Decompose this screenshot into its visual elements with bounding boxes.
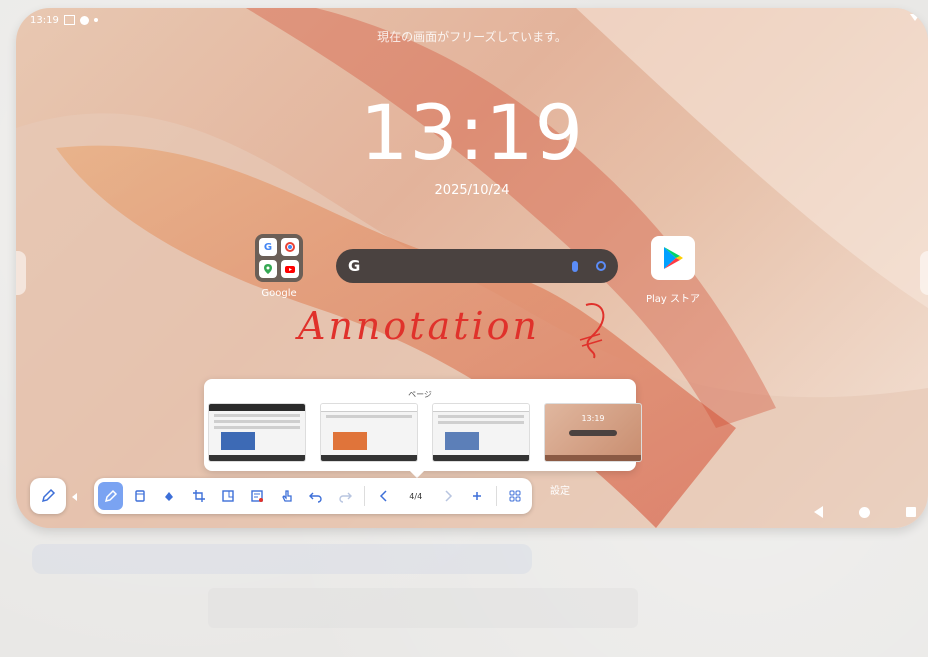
google-g-icon: G — [348, 257, 361, 275]
left-edge-handle[interactable] — [16, 251, 26, 295]
folder-icon: G — [255, 234, 303, 282]
page-thumbnail-2[interactable] — [320, 403, 418, 462]
toolbar-divider — [364, 486, 365, 506]
status-time: 13:19 — [30, 14, 59, 26]
fill-button[interactable] — [157, 482, 182, 510]
pen-icon — [104, 489, 117, 503]
next-page-button[interactable] — [435, 482, 460, 510]
collapse-arrow-icon[interactable] — [72, 493, 77, 501]
redo-button[interactable] — [333, 482, 358, 510]
page-indicator: 4/4 — [409, 491, 423, 501]
app-label-play: Play ストア — [645, 294, 701, 305]
eraser-icon — [135, 490, 145, 502]
grid-button[interactable] — [503, 482, 528, 510]
right-edge-handle[interactable] — [920, 251, 928, 295]
google-icon: G — [259, 238, 277, 256]
next-icon — [445, 490, 452, 502]
page-thumbnail-3[interactable] — [432, 403, 530, 462]
hand-button[interactable] — [274, 482, 299, 510]
pages-title: ページ — [408, 390, 432, 399]
prev-icon — [379, 490, 387, 502]
search-bar[interactable]: G — [336, 249, 618, 283]
mic-icon[interactable] — [572, 260, 578, 272]
youtube-icon — [281, 260, 299, 278]
page-button[interactable] — [215, 482, 240, 510]
recent-icon[interactable] — [906, 507, 916, 517]
add-icon — [473, 492, 482, 500]
annotation-mark — [579, 303, 605, 359]
dot-icon — [93, 18, 98, 22]
fill-icon — [165, 492, 174, 501]
thumb-clock: 13:19 — [581, 414, 605, 423]
google-folder[interactable]: G Google — [244, 234, 314, 299]
pages-panel: ページ 13:19 — [204, 379, 642, 479]
crop-button[interactable] — [186, 482, 211, 510]
previous-page-button[interactable] — [371, 482, 396, 510]
page-icon — [222, 490, 234, 502]
freeze-message: 現在の画面がフリーズしています。 — [377, 30, 567, 44]
note-icon — [251, 490, 264, 502]
play-store-app[interactable]: Play ストア — [638, 234, 708, 305]
play-store-icon — [651, 236, 695, 280]
clock: 13:19 — [359, 88, 585, 177]
grid-icon — [509, 490, 521, 502]
record-icon — [79, 15, 89, 25]
navigation-bar — [814, 506, 928, 518]
undo-button[interactable] — [303, 482, 328, 510]
status-bar: 13:19 — [30, 12, 98, 28]
settings-label: 設定 — [550, 486, 570, 497]
wifi-icon — [910, 14, 920, 21]
crop-icon — [192, 490, 205, 502]
pen-menu-button[interactable] — [30, 478, 66, 514]
date: 2025/10/24 — [434, 183, 510, 198]
hand-icon — [281, 490, 292, 502]
add-page-button[interactable] — [464, 482, 489, 510]
annotation-handwriting: Annotation — [298, 304, 540, 348]
chrome-icon — [281, 238, 299, 256]
page-thumbnail-4[interactable]: 13:19 — [544, 403, 642, 462]
redo-icon — [339, 492, 353, 503]
back-icon[interactable] — [814, 506, 823, 518]
screen-reflection — [16, 530, 928, 657]
lens-icon[interactable] — [596, 261, 606, 271]
screen: 13:19 現在の画面がフリーズしています。 13:19 2025/10/24 … — [16, 8, 928, 528]
undo-icon — [309, 492, 322, 503]
note-button[interactable] — [245, 482, 270, 510]
app-label-google: Google — [261, 288, 297, 299]
eraser-button[interactable] — [127, 482, 152, 510]
page-thumbnail-1[interactable] — [208, 403, 306, 462]
pen-icon — [41, 488, 56, 503]
annotation-toolbar: 4/4 — [94, 478, 532, 514]
maps-icon — [259, 260, 277, 278]
screen-icon — [63, 15, 75, 25]
pen-tool-button[interactable] — [98, 482, 124, 510]
toolbar-divider — [495, 486, 497, 506]
home-icon[interactable] — [859, 506, 870, 518]
